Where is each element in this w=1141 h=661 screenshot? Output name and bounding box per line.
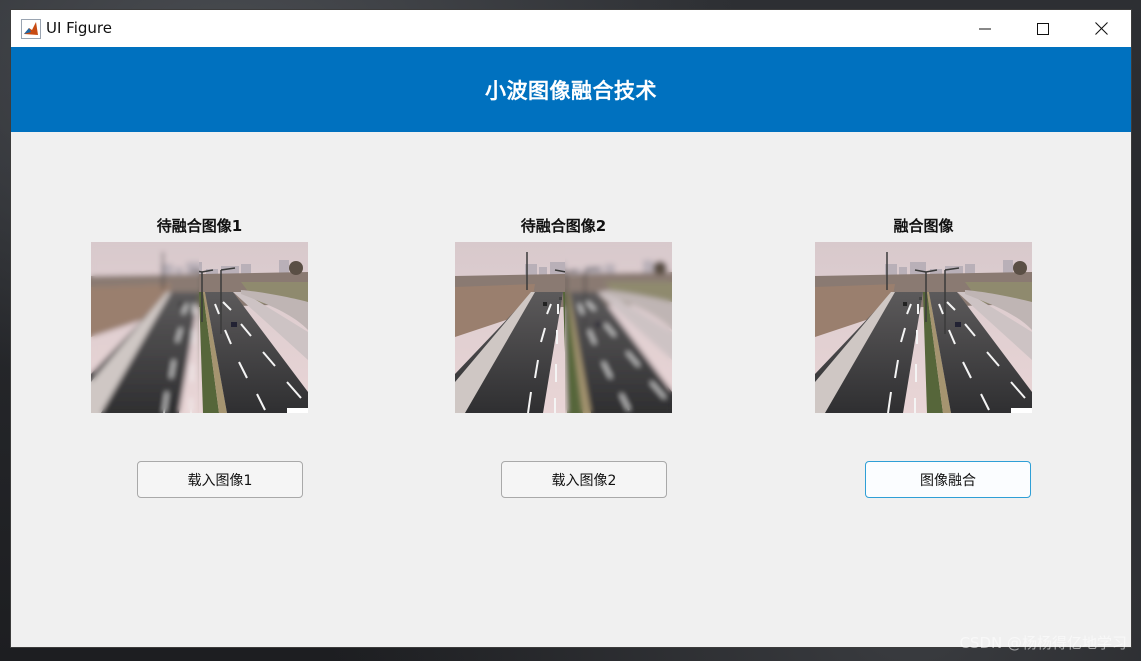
window-title: UI Figure [46, 19, 112, 37]
maximize-button[interactable] [1014, 10, 1072, 47]
fuse-images-button[interactable]: 图像融合 [865, 461, 1031, 498]
csdn-watermark: CSDN @杨杨得亿地学习 [959, 634, 1127, 652]
app-title: 小波图像融合技术 [485, 78, 657, 103]
image-1-highway-photo [91, 242, 308, 413]
image-axes-fused [815, 242, 1032, 413]
title-bar[interactable]: UI Figure [11, 10, 1131, 47]
panel-label-fused-image: 融合图像 [893, 217, 954, 235]
load-image-1-button[interactable]: 载入图像1 [137, 461, 303, 498]
image-2-highway-photo [455, 242, 672, 413]
panel-label-image-1: 待融合图像1 [156, 217, 243, 235]
load-image-2-button[interactable]: 载入图像2 [501, 461, 667, 498]
image-axes-2 [455, 242, 672, 413]
minimize-icon [979, 28, 991, 29]
panel-label-image-2: 待融合图像2 [520, 217, 607, 235]
fused-highway-photo [815, 242, 1032, 413]
close-icon [1094, 22, 1108, 35]
image-axes-1 [91, 242, 308, 413]
close-button[interactable] [1072, 10, 1130, 47]
ui-figure-window: UI Figure 小波图像融合技术 待融合图像1 待融合图像2 融合图像 载入… [11, 10, 1131, 647]
minimize-button[interactable] [956, 10, 1014, 47]
header-banner: 小波图像融合技术 [11, 47, 1131, 132]
maximize-icon [1037, 22, 1049, 35]
matlab-icon [21, 19, 41, 39]
